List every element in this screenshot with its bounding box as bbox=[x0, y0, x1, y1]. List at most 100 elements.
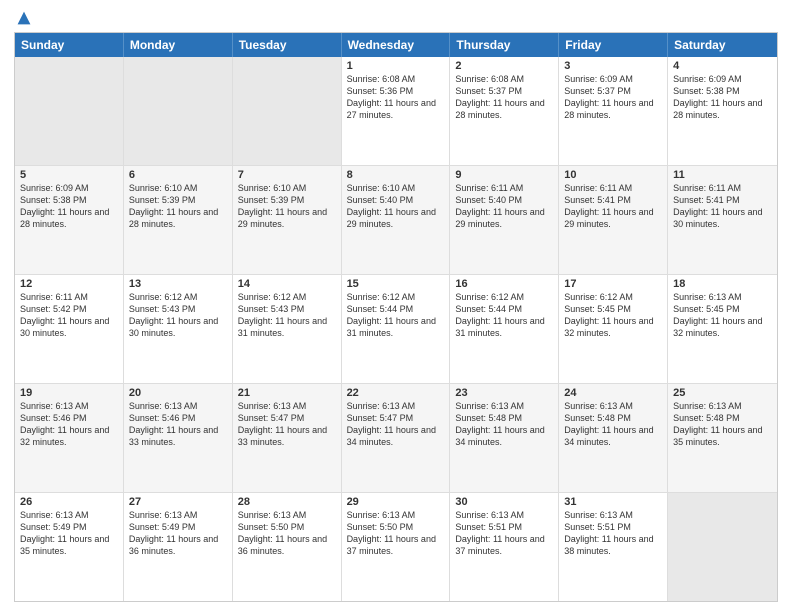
header-day-friday: Friday bbox=[559, 33, 668, 57]
cell-info: Sunrise: 6:12 AM Sunset: 5:43 PM Dayligh… bbox=[129, 291, 227, 340]
calendar: SundayMondayTuesdayWednesdayThursdayFrid… bbox=[14, 32, 778, 602]
header-day-monday: Monday bbox=[124, 33, 233, 57]
calendar-cell: 29Sunrise: 6:13 AM Sunset: 5:50 PM Dayli… bbox=[342, 493, 451, 601]
calendar-cell: 14Sunrise: 6:12 AM Sunset: 5:43 PM Dayli… bbox=[233, 275, 342, 383]
header-day-tuesday: Tuesday bbox=[233, 33, 342, 57]
cell-info: Sunrise: 6:10 AM Sunset: 5:39 PM Dayligh… bbox=[238, 182, 336, 231]
calendar-cell: 17Sunrise: 6:12 AM Sunset: 5:45 PM Dayli… bbox=[559, 275, 668, 383]
calendar-cell: 22Sunrise: 6:13 AM Sunset: 5:47 PM Dayli… bbox=[342, 384, 451, 492]
calendar-row: 12Sunrise: 6:11 AM Sunset: 5:42 PM Dayli… bbox=[15, 275, 777, 384]
calendar-cell: 3Sunrise: 6:09 AM Sunset: 5:37 PM Daylig… bbox=[559, 57, 668, 165]
day-number: 31 bbox=[564, 496, 662, 508]
cell-info: Sunrise: 6:10 AM Sunset: 5:40 PM Dayligh… bbox=[347, 182, 445, 231]
cell-info: Sunrise: 6:13 AM Sunset: 5:45 PM Dayligh… bbox=[673, 291, 772, 340]
calendar-cell: 30Sunrise: 6:13 AM Sunset: 5:51 PM Dayli… bbox=[450, 493, 559, 601]
calendar-cell: 5Sunrise: 6:09 AM Sunset: 5:38 PM Daylig… bbox=[15, 166, 124, 274]
day-number: 21 bbox=[238, 387, 336, 399]
day-number: 20 bbox=[129, 387, 227, 399]
calendar-cell: 19Sunrise: 6:13 AM Sunset: 5:46 PM Dayli… bbox=[15, 384, 124, 492]
header-day-sunday: Sunday bbox=[15, 33, 124, 57]
cell-info: Sunrise: 6:13 AM Sunset: 5:46 PM Dayligh… bbox=[20, 400, 118, 449]
day-number: 10 bbox=[564, 169, 662, 181]
calendar-cell: 27Sunrise: 6:13 AM Sunset: 5:49 PM Dayli… bbox=[124, 493, 233, 601]
cell-info: Sunrise: 6:08 AM Sunset: 5:37 PM Dayligh… bbox=[455, 73, 553, 122]
day-number: 28 bbox=[238, 496, 336, 508]
header-day-saturday: Saturday bbox=[668, 33, 777, 57]
day-number: 16 bbox=[455, 278, 553, 290]
header bbox=[14, 10, 778, 26]
cell-info: Sunrise: 6:13 AM Sunset: 5:47 PM Dayligh… bbox=[347, 400, 445, 449]
day-number: 1 bbox=[347, 60, 445, 72]
calendar-cell: 21Sunrise: 6:13 AM Sunset: 5:47 PM Dayli… bbox=[233, 384, 342, 492]
cell-info: Sunrise: 6:12 AM Sunset: 5:43 PM Dayligh… bbox=[238, 291, 336, 340]
day-number: 5 bbox=[20, 169, 118, 181]
cell-info: Sunrise: 6:10 AM Sunset: 5:39 PM Dayligh… bbox=[129, 182, 227, 231]
day-number: 9 bbox=[455, 169, 553, 181]
header-day-wednesday: Wednesday bbox=[342, 33, 451, 57]
cell-info: Sunrise: 6:13 AM Sunset: 5:50 PM Dayligh… bbox=[238, 509, 336, 558]
calendar-cell: 11Sunrise: 6:11 AM Sunset: 5:41 PM Dayli… bbox=[668, 166, 777, 274]
cell-info: Sunrise: 6:09 AM Sunset: 5:38 PM Dayligh… bbox=[673, 73, 772, 122]
calendar-cell bbox=[124, 57, 233, 165]
day-number: 22 bbox=[347, 387, 445, 399]
calendar-row: 26Sunrise: 6:13 AM Sunset: 5:49 PM Dayli… bbox=[15, 493, 777, 601]
calendar-cell: 13Sunrise: 6:12 AM Sunset: 5:43 PM Dayli… bbox=[124, 275, 233, 383]
cell-info: Sunrise: 6:12 AM Sunset: 5:44 PM Dayligh… bbox=[455, 291, 553, 340]
day-number: 2 bbox=[455, 60, 553, 72]
calendar-cell: 1Sunrise: 6:08 AM Sunset: 5:36 PM Daylig… bbox=[342, 57, 451, 165]
cell-info: Sunrise: 6:11 AM Sunset: 5:40 PM Dayligh… bbox=[455, 182, 553, 231]
cell-info: Sunrise: 6:09 AM Sunset: 5:37 PM Dayligh… bbox=[564, 73, 662, 122]
calendar-cell: 24Sunrise: 6:13 AM Sunset: 5:48 PM Dayli… bbox=[559, 384, 668, 492]
day-number: 14 bbox=[238, 278, 336, 290]
day-number: 19 bbox=[20, 387, 118, 399]
calendar-cell bbox=[233, 57, 342, 165]
day-number: 17 bbox=[564, 278, 662, 290]
day-number: 13 bbox=[129, 278, 227, 290]
cell-info: Sunrise: 6:13 AM Sunset: 5:50 PM Dayligh… bbox=[347, 509, 445, 558]
cell-info: Sunrise: 6:12 AM Sunset: 5:44 PM Dayligh… bbox=[347, 291, 445, 340]
cell-info: Sunrise: 6:13 AM Sunset: 5:48 PM Dayligh… bbox=[455, 400, 553, 449]
calendar-row: 19Sunrise: 6:13 AM Sunset: 5:46 PM Dayli… bbox=[15, 384, 777, 493]
calendar-cell: 12Sunrise: 6:11 AM Sunset: 5:42 PM Dayli… bbox=[15, 275, 124, 383]
day-number: 6 bbox=[129, 169, 227, 181]
calendar-cell: 16Sunrise: 6:12 AM Sunset: 5:44 PM Dayli… bbox=[450, 275, 559, 383]
day-number: 7 bbox=[238, 169, 336, 181]
cell-info: Sunrise: 6:11 AM Sunset: 5:41 PM Dayligh… bbox=[673, 182, 772, 231]
calendar-cell: 26Sunrise: 6:13 AM Sunset: 5:49 PM Dayli… bbox=[15, 493, 124, 601]
calendar-cell: 18Sunrise: 6:13 AM Sunset: 5:45 PM Dayli… bbox=[668, 275, 777, 383]
calendar-cell bbox=[668, 493, 777, 601]
calendar-cell: 2Sunrise: 6:08 AM Sunset: 5:37 PM Daylig… bbox=[450, 57, 559, 165]
day-number: 18 bbox=[673, 278, 772, 290]
calendar-cell: 20Sunrise: 6:13 AM Sunset: 5:46 PM Dayli… bbox=[124, 384, 233, 492]
day-number: 25 bbox=[673, 387, 772, 399]
day-number: 11 bbox=[673, 169, 772, 181]
cell-info: Sunrise: 6:13 AM Sunset: 5:48 PM Dayligh… bbox=[673, 400, 772, 449]
calendar-cell: 25Sunrise: 6:13 AM Sunset: 5:48 PM Dayli… bbox=[668, 384, 777, 492]
cell-info: Sunrise: 6:13 AM Sunset: 5:46 PM Dayligh… bbox=[129, 400, 227, 449]
calendar-cell: 4Sunrise: 6:09 AM Sunset: 5:38 PM Daylig… bbox=[668, 57, 777, 165]
cell-info: Sunrise: 6:08 AM Sunset: 5:36 PM Dayligh… bbox=[347, 73, 445, 122]
calendar-cell: 9Sunrise: 6:11 AM Sunset: 5:40 PM Daylig… bbox=[450, 166, 559, 274]
logo-triangle-icon bbox=[16, 10, 32, 26]
calendar-cell: 10Sunrise: 6:11 AM Sunset: 5:41 PM Dayli… bbox=[559, 166, 668, 274]
calendar-header: SundayMondayTuesdayWednesdayThursdayFrid… bbox=[15, 33, 777, 57]
calendar-row: 1Sunrise: 6:08 AM Sunset: 5:36 PM Daylig… bbox=[15, 57, 777, 166]
day-number: 24 bbox=[564, 387, 662, 399]
calendar-body: 1Sunrise: 6:08 AM Sunset: 5:36 PM Daylig… bbox=[15, 57, 777, 601]
calendar-cell: 15Sunrise: 6:12 AM Sunset: 5:44 PM Dayli… bbox=[342, 275, 451, 383]
day-number: 8 bbox=[347, 169, 445, 181]
cell-info: Sunrise: 6:13 AM Sunset: 5:51 PM Dayligh… bbox=[564, 509, 662, 558]
day-number: 4 bbox=[673, 60, 772, 72]
day-number: 15 bbox=[347, 278, 445, 290]
cell-info: Sunrise: 6:13 AM Sunset: 5:47 PM Dayligh… bbox=[238, 400, 336, 449]
header-day-thursday: Thursday bbox=[450, 33, 559, 57]
day-number: 23 bbox=[455, 387, 553, 399]
day-number: 30 bbox=[455, 496, 553, 508]
calendar-cell: 28Sunrise: 6:13 AM Sunset: 5:50 PM Dayli… bbox=[233, 493, 342, 601]
calendar-cell: 7Sunrise: 6:10 AM Sunset: 5:39 PM Daylig… bbox=[233, 166, 342, 274]
cell-info: Sunrise: 6:13 AM Sunset: 5:51 PM Dayligh… bbox=[455, 509, 553, 558]
day-number: 26 bbox=[20, 496, 118, 508]
cell-info: Sunrise: 6:11 AM Sunset: 5:41 PM Dayligh… bbox=[564, 182, 662, 231]
calendar-cell: 23Sunrise: 6:13 AM Sunset: 5:48 PM Dayli… bbox=[450, 384, 559, 492]
cell-info: Sunrise: 6:09 AM Sunset: 5:38 PM Dayligh… bbox=[20, 182, 118, 231]
